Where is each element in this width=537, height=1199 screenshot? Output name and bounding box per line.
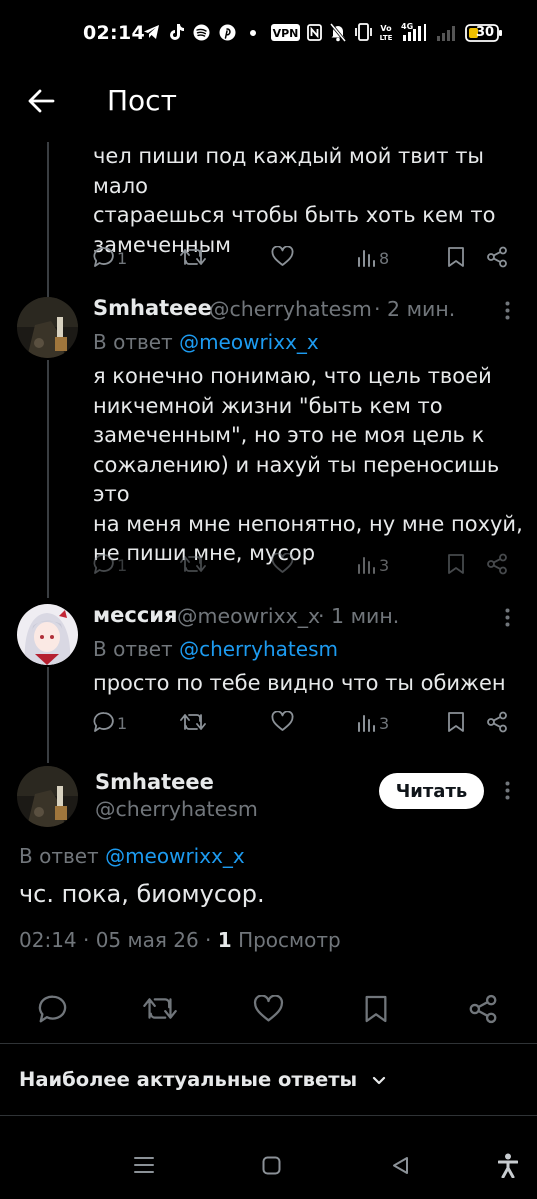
divider <box>0 1043 537 1044</box>
views-count: 8 <box>379 249 390 268</box>
views-count: 3 <box>379 714 390 733</box>
tweet-actions: 1 8 <box>0 244 537 272</box>
like-icon[interactable] <box>271 246 294 267</box>
back-arrow-icon[interactable] <box>26 86 56 116</box>
post-timestamp: 02:14 · 05 мая 26 · <box>19 928 212 952</box>
chevron-down-icon <box>372 1076 386 1086</box>
bookmark-icon[interactable] <box>364 994 388 1024</box>
more-options-icon[interactable] <box>505 781 510 800</box>
share-icon[interactable] <box>486 246 508 268</box>
reply-to: В ответ @meowrixx_x <box>93 330 319 354</box>
system-nav-bar <box>0 1116 537 1199</box>
retweet-icon[interactable] <box>180 554 206 574</box>
more-options-icon[interactable] <box>505 608 510 627</box>
svg-text:VPN: VPN <box>273 27 299 40</box>
post-text: чс. пока, биомусор. <box>19 880 265 908</box>
accessibility-icon[interactable] <box>498 1153 518 1178</box>
like-icon[interactable] <box>271 553 294 574</box>
tweet-text: чел пиши под каждый мой твит ты мало ста… <box>93 144 496 257</box>
views-label: Просмотр <box>238 928 341 952</box>
status-bar: 02:14 VPN Vo LTE 4G 30 <box>0 0 537 70</box>
tweet-actions: 1 3 <box>0 551 537 579</box>
svg-text:LTE: LTE <box>380 34 393 42</box>
reply-count: 1 <box>117 556 128 575</box>
nfc-icon <box>307 24 322 41</box>
follow-button[interactable]: Читать <box>379 773 484 809</box>
bookmark-icon[interactable] <box>447 246 465 268</box>
author-name[interactable]: Smhateee <box>93 296 212 320</box>
reply-mention-link[interactable]: @meowrixx_x <box>105 844 245 868</box>
share-icon[interactable] <box>486 711 508 733</box>
mute-icon <box>330 23 346 42</box>
telegram-icon <box>143 24 160 40</box>
signal-icon <box>436 24 458 42</box>
svg-text:Vo: Vo <box>380 24 392 33</box>
tweet-text: я конечно понимаю, что цель твоей никчем… <box>93 364 523 565</box>
vibrate-icon <box>354 23 373 41</box>
avatar[interactable] <box>17 766 78 827</box>
post-actions <box>0 990 537 1030</box>
signal-4g-icon: 4G <box>399 21 431 43</box>
reply-icon[interactable] <box>38 994 68 1024</box>
like-icon[interactable] <box>253 995 284 1023</box>
reply-to: В ответ @meowrixx_x <box>19 844 245 868</box>
post-meta: 02:14 · 05 мая 26 · 1 Просмотр <box>19 928 341 952</box>
tweet-actions: 1 3 <box>0 709 537 737</box>
reply-to: В ответ @cherryhatesm <box>93 637 338 661</box>
back-icon[interactable] <box>391 1156 410 1175</box>
thread-line <box>47 142 49 302</box>
views-icon[interactable] <box>357 248 376 267</box>
retweet-icon[interactable] <box>180 247 206 267</box>
share-icon[interactable] <box>468 994 498 1024</box>
home-icon[interactable] <box>262 1156 281 1175</box>
retweet-icon[interactable] <box>180 712 206 732</box>
recent-apps-icon[interactable] <box>134 1156 154 1174</box>
reply-icon[interactable] <box>93 711 115 733</box>
reply-mention-link[interactable]: @cherryhatesm <box>179 637 338 661</box>
reply-icon[interactable] <box>93 246 115 268</box>
notification-dot-icon <box>250 30 256 36</box>
tweet-time: · 1 мин. <box>318 604 400 628</box>
bookmark-icon[interactable] <box>447 711 465 733</box>
author-handle[interactable]: @cherryhatesm <box>95 797 258 821</box>
reply-icon[interactable] <box>93 553 115 575</box>
avatar[interactable] <box>17 297 78 358</box>
tweet-time: · 2 мин. <box>374 297 456 321</box>
author-name[interactable]: Smhateee <box>95 770 214 794</box>
author-handle[interactable]: @cherryhatesm <box>209 297 372 321</box>
pinterest-icon <box>219 24 236 41</box>
status-time: 02:14 <box>83 22 145 44</box>
reply-mention-link[interactable]: @meowrixx_x <box>179 330 319 354</box>
tiktok-icon <box>169 23 185 41</box>
retweet-icon[interactable] <box>143 995 177 1022</box>
more-options-icon[interactable] <box>505 301 510 320</box>
tweet-text: просто по тебе видно что ты обижен <box>93 671 506 695</box>
reply-count: 1 <box>117 249 128 268</box>
replies-sort-dropdown[interactable]: Наиболее актуальные ответы <box>19 1068 386 1091</box>
page-title: Пост <box>107 84 177 117</box>
avatar[interactable] <box>17 604 78 665</box>
svg-text:4G: 4G <box>401 22 413 31</box>
views-count: 3 <box>379 556 390 575</box>
views-icon[interactable] <box>357 555 376 574</box>
battery-level: 30 <box>476 25 495 40</box>
volte-icon: Vo LTE <box>377 23 395 42</box>
replies-sort-label: Наиболее актуальные ответы <box>19 1068 358 1091</box>
vpn-icon: VPN <box>271 24 300 41</box>
author-handle[interactable]: @meowrixx_x <box>177 604 320 628</box>
spotify-icon <box>193 24 210 41</box>
share-icon[interactable] <box>486 553 508 575</box>
reply-count: 1 <box>117 714 128 733</box>
bookmark-icon[interactable] <box>447 553 465 575</box>
like-icon[interactable] <box>271 711 294 732</box>
views-icon[interactable] <box>357 713 376 732</box>
views-count: 1 <box>217 928 232 952</box>
author-name[interactable]: мессия <box>93 603 178 627</box>
